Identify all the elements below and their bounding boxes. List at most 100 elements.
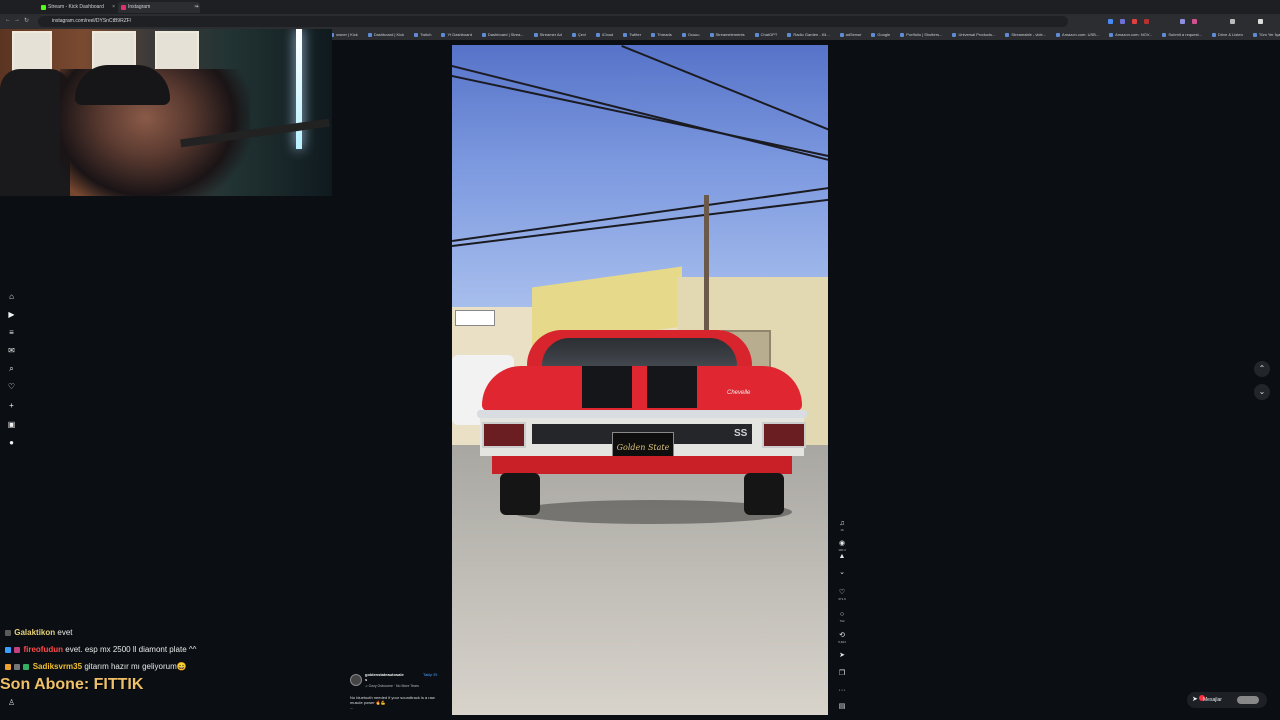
forward-icon[interactable]: → [14,17,20,23]
tab-kick-dashboard[interactable]: Stream - Kick Dashboard × [38,2,118,13]
racing-stripe [647,366,697,408]
bookmark-item[interactable]: Dashboard | Strea... [481,29,524,40]
reload-icon[interactable]: ↻ [24,17,29,24]
bookmark-label: Threads [657,32,672,37]
url-field[interactable]: instagram.com/reel/DYSnCtB9RZF/ [38,16,1068,27]
next-reel-button[interactable]: ⌄ [1254,384,1270,400]
reels-icon[interactable]: ▶ [7,310,16,319]
audio-icon[interactable]: ♫ [836,520,848,528]
bookmark-label: Streamer Ad [539,32,562,37]
bookmark-item[interactable]: ChatGPT [754,29,777,40]
bookmark-item[interactable]: Drive & Listen [1211,29,1243,40]
extension-icon[interactable] [1132,19,1137,24]
action-count: 762 [839,619,845,623]
bookmark-label: Submit a request... [1168,32,1202,37]
red-muscle-car: Chevelle SS Golden State [472,330,812,524]
follow-button[interactable]: Takip Et [423,672,437,677]
bookmark-item[interactable]: Streamer Ad [533,29,562,40]
bookmark-icon [787,33,792,37]
bookmark-item[interactable]: Yt Dashboard [441,29,472,40]
bookmark-item[interactable]: Universal Products... [952,29,995,40]
dashboard-icon[interactable]: ▣ [7,420,16,429]
extension-icon[interactable] [1192,19,1197,24]
comment-icon[interactable]: ○ [836,611,848,619]
bookmarks-bar: owner | Kick Dashboard | Kick Twitch Yt Das… [330,29,1280,40]
bookmark-item[interactable]: Streamable - vide... [1005,29,1046,40]
song-label[interactable]: ♫ Ozzy Osbourne · No More Tears [365,684,419,688]
bookmark-item[interactable]: Radio Garden - Kli... [787,29,830,40]
bookmark-label: iCloud [601,32,614,37]
bookmark-item[interactable]: Submit a request... [1162,29,1202,40]
tab-instagram[interactable]: Instagram × [118,2,200,13]
menu-icon[interactable] [1258,19,1263,24]
bookmark-label: Twitch [420,32,432,37]
bookmark-label: Yt Dashboard [447,32,472,37]
bookmark-item[interactable]: Twitch [414,29,431,40]
bookmark-item[interactable]: Amazon.com: NOV... [1109,29,1152,40]
notifications-icon[interactable]: ♡ [7,382,16,391]
bookmark-item[interactable]: Dashboard | Kick [367,29,404,40]
webcam-overlay [0,29,332,196]
bookmark-item[interactable]: Amazon.com: USB... [1056,29,1099,40]
bookmark-icon [481,33,486,37]
bookmark-item[interactable]: Twitter [623,29,641,40]
bookmark-icon [952,33,957,37]
tail-light [482,422,526,448]
share-icon[interactable]: ➤ [836,652,848,660]
extension-icon[interactable] [1120,19,1125,24]
last-subscriber-label: Son Abone: FITTIK [0,676,144,693]
bookmark-item[interactable]: iCloud [595,29,614,40]
avatar[interactable] [350,674,362,686]
close-icon[interactable]: × [112,2,115,13]
chevron-down-icon[interactable]: ⌄ [836,569,848,577]
bookmark-item[interactable]: Streamelements [709,29,745,40]
chat-text: evet [57,628,73,637]
more-icon[interactable]: ··· [836,687,848,695]
reel-action-rail: ♫ 16 ◉ 100.3 ▲ ⌄ ♡ 371.9 ○ 762 ⟲ 5,844 ➤ ❐ ··· ▤ [832,515,852,715]
back-icon[interactable]: ← [5,17,11,23]
audio-thumb-icon[interactable]: ▤ [836,703,848,711]
bookmark-label: Dashboard | Strea... [487,32,524,37]
bookmark-icon [839,33,844,37]
chat-username: Galaktikon [14,628,56,637]
rear-tire [744,473,784,515]
bookmark-item[interactable]: Çevi [571,29,586,40]
search-icon[interactable]: ⌕ [7,364,16,373]
more-link[interactable]: ... [350,705,353,710]
profile-avatar-icon[interactable] [1230,19,1235,24]
chat-message: Galaktikon evet [5,628,73,637]
previous-reel-button[interactable]: ⌃ [1254,361,1270,377]
like-icon[interactable]: ♡ [836,589,848,597]
home-icon[interactable]: ⌂ [7,292,16,301]
kick-favicon-icon [41,5,46,10]
tab-label: Stream - Kick Dashboard [48,4,104,10]
extension-icon[interactable] [1108,19,1113,24]
explore-icon[interactable]: ≡ [7,328,16,337]
bookmark-item[interactable]: Google [871,29,890,40]
reel-video[interactable]: Chevelle SS Golden State [452,45,828,715]
trending-icon[interactable]: ▲ [836,553,848,561]
extension-icon[interactable] [1144,19,1149,24]
bookmark-label: Streamable - vide... [1011,32,1047,37]
bookmark-label: Universal Products... [958,32,996,37]
bookmark-item[interactable]: Threads [651,29,672,40]
create-icon[interactable]: + [7,401,16,410]
profile-icon[interactable]: ● [7,438,16,447]
bookmark-item[interactable]: owner | Kick [330,29,358,40]
bookmark-item[interactable]: Ocuuu [681,29,700,40]
save-icon[interactable]: ❐ [836,670,848,678]
avatar-stack [1237,696,1259,704]
repost-icon[interactable]: ⟲ [836,632,848,640]
rear-window [542,338,737,368]
messages-button[interactable]: ➤ Mesajlar [1187,692,1267,708]
bookmark-item[interactable]: Tüm Yer İşaretleri [1252,29,1280,40]
extension-icon[interactable] [1180,19,1185,24]
bookmark-item[interactable]: adSense [839,29,861,40]
tab-label: Instagram [128,4,151,10]
messages-icon[interactable]: ✉ [7,346,16,355]
new-tab-button[interactable]: + [196,2,202,13]
views-icon[interactable]: ◉ [836,540,848,548]
username-link[interactable]: goldenstateautosale s [365,672,404,682]
bookmark-label: Portfolio | Shutters... [906,32,943,37]
bookmark-item[interactable]: Portfolio | Shutters... [900,29,942,40]
